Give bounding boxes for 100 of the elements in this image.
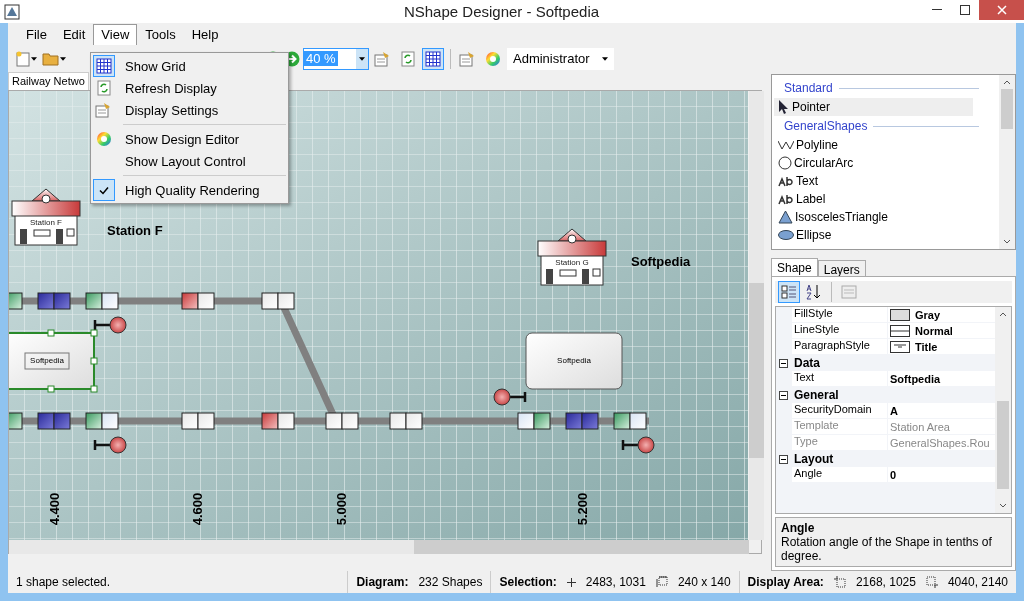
size-icon [655,576,668,588]
document-tab[interactable]: Railway Netwo [8,72,89,90]
toolbox-item[interactable]: Label [774,190,973,208]
station-building [537,228,607,286]
collapse-icon[interactable] [779,390,788,400]
toolbox-item[interactable]: CircularArc [774,154,973,172]
toolbox-item[interactable]: Polyline [774,136,973,154]
track-block [613,412,647,430]
scroll-down-icon[interactable] [999,503,1007,508]
status-message: 1 shape selected. [16,575,111,589]
signal [493,388,527,406]
menu-item[interactable]: View [93,24,138,45]
panel-tab[interactable]: Shape [771,258,818,276]
track-block [85,292,119,310]
property-category: Layout [794,452,834,466]
status-label: Display Area: [747,575,824,589]
minimize-icon [932,9,942,11]
fill-swatch-icon [890,308,910,321]
app-icon [4,3,20,20]
scrollbar-thumb[interactable] [749,283,764,458]
folder-icon [42,51,60,66]
track-block [37,412,71,430]
station-label: Softpedia [631,254,691,269]
property-scrollbar[interactable] [995,307,1011,513]
station-label: Station F [107,223,163,238]
scroll-up-icon[interactable] [999,312,1007,317]
status-value: 4040, 2140 [947,575,1008,589]
crosshair-icon [566,577,576,587]
horizontal-scrollbar[interactable] [9,540,749,554]
categorized-icon [781,284,797,300]
scrollbar-thumb[interactable] [414,540,749,554]
scroll-up-icon[interactable] [1003,80,1011,85]
status-label: Diagram: [356,575,409,589]
menu-item[interactable]: Tools [137,24,184,45]
vertical-scrollbar[interactable] [749,91,764,540]
box-label: Softpedia [557,356,591,365]
track-block [389,412,423,430]
scroll-down-icon[interactable] [1003,239,1011,244]
km-label: 5.200 [575,492,590,526]
triangle-icon [778,210,793,224]
station-name: Station F [30,218,62,227]
menu-entry[interactable]: Show Grid [93,55,286,77]
track-block [9,412,23,430]
track-block [37,292,71,310]
grid-icon [425,50,441,67]
property-name: Text [792,371,888,387]
track-block [517,412,551,430]
property-category: Data [794,356,820,370]
track-block [181,412,215,430]
new-document-icon [15,50,31,67]
maximize-icon [960,5,970,15]
collapse-icon[interactable] [779,454,788,464]
menu-item[interactable]: Edit [54,24,94,45]
station-building [11,188,81,246]
toolbox-item[interactable]: Ellipse [774,226,973,244]
grid-button[interactable] [422,47,444,70]
status-value: 2168, 1025 [855,575,916,589]
user-dropdown[interactable]: Administrator [507,47,614,70]
panel-tab[interactable]: Layers [817,260,866,276]
toolbox-item[interactable]: IsoscelesTriangle [774,208,973,226]
property-value[interactable]: Title [888,339,995,355]
menu-entry[interactable]: High Quality Rendering [93,179,286,201]
menu-entry[interactable]: Show Layout Control [93,150,286,172]
km-label: 4.400 [47,492,62,526]
menu-item[interactable]: Help [183,24,227,45]
scrollbar-thumb[interactable] [1001,89,1013,129]
menu-entry[interactable]: Refresh Display [93,77,286,99]
track-block [565,412,599,430]
menu-entry[interactable]: Display Settings [93,99,286,121]
km-label: 5.000 [334,492,349,526]
caret-icon [60,56,66,61]
arc-icon [778,156,792,170]
caret-icon [31,56,37,61]
status-value: 2483, 1031 [585,575,646,589]
track-block [261,412,295,430]
refresh-icon [97,80,111,96]
station-name: Station G [555,258,589,267]
color-wheel-icon [96,131,112,147]
track-block [181,292,215,310]
scrollbar-thumb[interactable] [997,401,1009,489]
collapse-icon[interactable] [779,358,788,368]
toolbox-item[interactable]: Pointer [774,98,973,116]
text-icon [778,193,794,205]
track-block [9,292,23,310]
status-value: 240 x 140 [677,575,731,589]
color-wheel-icon [485,50,501,67]
categorized-button[interactable] [778,281,800,303]
grid-icon [96,58,112,74]
menu-item[interactable]: File [18,24,55,45]
box-label: Softpedia [30,356,64,365]
menu-entry[interactable]: Show Design Editor [93,128,286,150]
toolbox-scrollbar[interactable] [999,75,1015,249]
close-icon [996,5,1007,15]
refresh-icon [401,50,415,67]
status-value: 232 Shapes [418,575,483,589]
sort-icon [805,284,823,300]
polyline-icon [778,140,794,150]
ellipse-icon [778,230,794,240]
toolbox-item[interactable]: Text [774,172,973,190]
description-text: Rotation angle of the Shape in tenths of degree. [781,535,993,563]
